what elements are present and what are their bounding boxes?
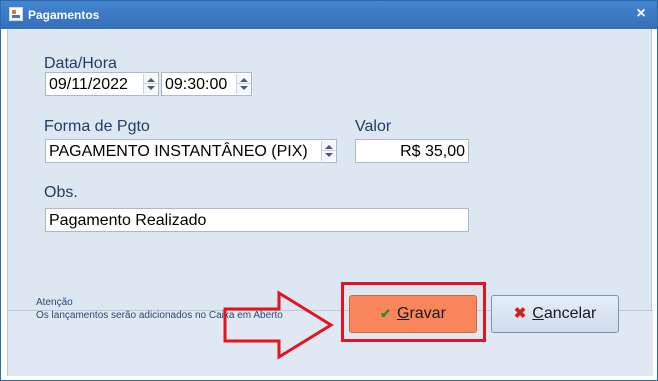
app-icon bbox=[9, 7, 23, 21]
payment-method-select[interactable]: PAGAMENTO INSTANTÂNEO (PIX) bbox=[45, 139, 337, 163]
payment-method-label: Forma de Pgto bbox=[44, 118, 150, 135]
date-spinner[interactable] bbox=[143, 74, 158, 94]
value-amount: R$ 35,00 bbox=[400, 143, 465, 160]
obs-value: Pagamento Realizado bbox=[49, 212, 207, 229]
time-spinner[interactable] bbox=[236, 74, 251, 94]
note-title: Atenção bbox=[36, 297, 73, 308]
time-field[interactable]: 09:30:00 bbox=[161, 72, 252, 96]
date-value: 09/11/2022 bbox=[49, 76, 128, 93]
spin-up-icon[interactable] bbox=[147, 78, 155, 82]
spinner-divider bbox=[322, 150, 336, 151]
datetime-label: Data/Hora bbox=[44, 55, 117, 72]
spin-down-icon[interactable] bbox=[147, 86, 155, 90]
annotation-arrow-icon bbox=[223, 290, 334, 360]
payments-window: Pagamentos × Data/Hora 09/11/2022 09:30:… bbox=[0, 0, 658, 381]
x-icon: ✖ bbox=[513, 305, 527, 322]
spinner-divider bbox=[237, 83, 251, 84]
payment-method-value: PAGAMENTO INSTANTÂNEO (PIX) bbox=[49, 143, 308, 160]
save-button[interactable]: ✔ Gravar bbox=[349, 295, 477, 333]
arrow-shape bbox=[223, 290, 334, 360]
spin-down-icon[interactable] bbox=[240, 86, 248, 90]
save-label-rest: ravar bbox=[409, 305, 446, 322]
spinner-divider bbox=[144, 83, 158, 84]
spin-up-icon[interactable] bbox=[325, 145, 333, 149]
window-title: Pagamentos bbox=[28, 8, 100, 22]
payment-method-spinner[interactable] bbox=[321, 141, 336, 161]
check-icon: ✔ bbox=[380, 306, 391, 321]
spin-down-icon[interactable] bbox=[325, 153, 333, 157]
cancel-button[interactable]: ✖ Cancelar bbox=[491, 295, 619, 333]
obs-label: Obs. bbox=[44, 184, 78, 201]
spin-up-icon[interactable] bbox=[240, 78, 248, 82]
cancel-mnemonic: C bbox=[532, 305, 544, 322]
cancel-label: Cancelar bbox=[532, 305, 596, 322]
date-field[interactable]: 09/11/2022 bbox=[45, 72, 159, 96]
title-bar[interactable]: Pagamentos × bbox=[1, 1, 657, 29]
obs-field[interactable]: Pagamento Realizado bbox=[45, 208, 469, 232]
value-field[interactable]: R$ 35,00 bbox=[355, 139, 469, 163]
cancel-label-rest: ancelar bbox=[543, 305, 597, 322]
save-mnemonic: G bbox=[397, 305, 410, 322]
close-button[interactable]: × bbox=[633, 6, 649, 22]
value-label: Valor bbox=[355, 118, 392, 135]
time-value: 09:30:00 bbox=[165, 76, 228, 93]
save-label: Gravar bbox=[397, 305, 446, 322]
